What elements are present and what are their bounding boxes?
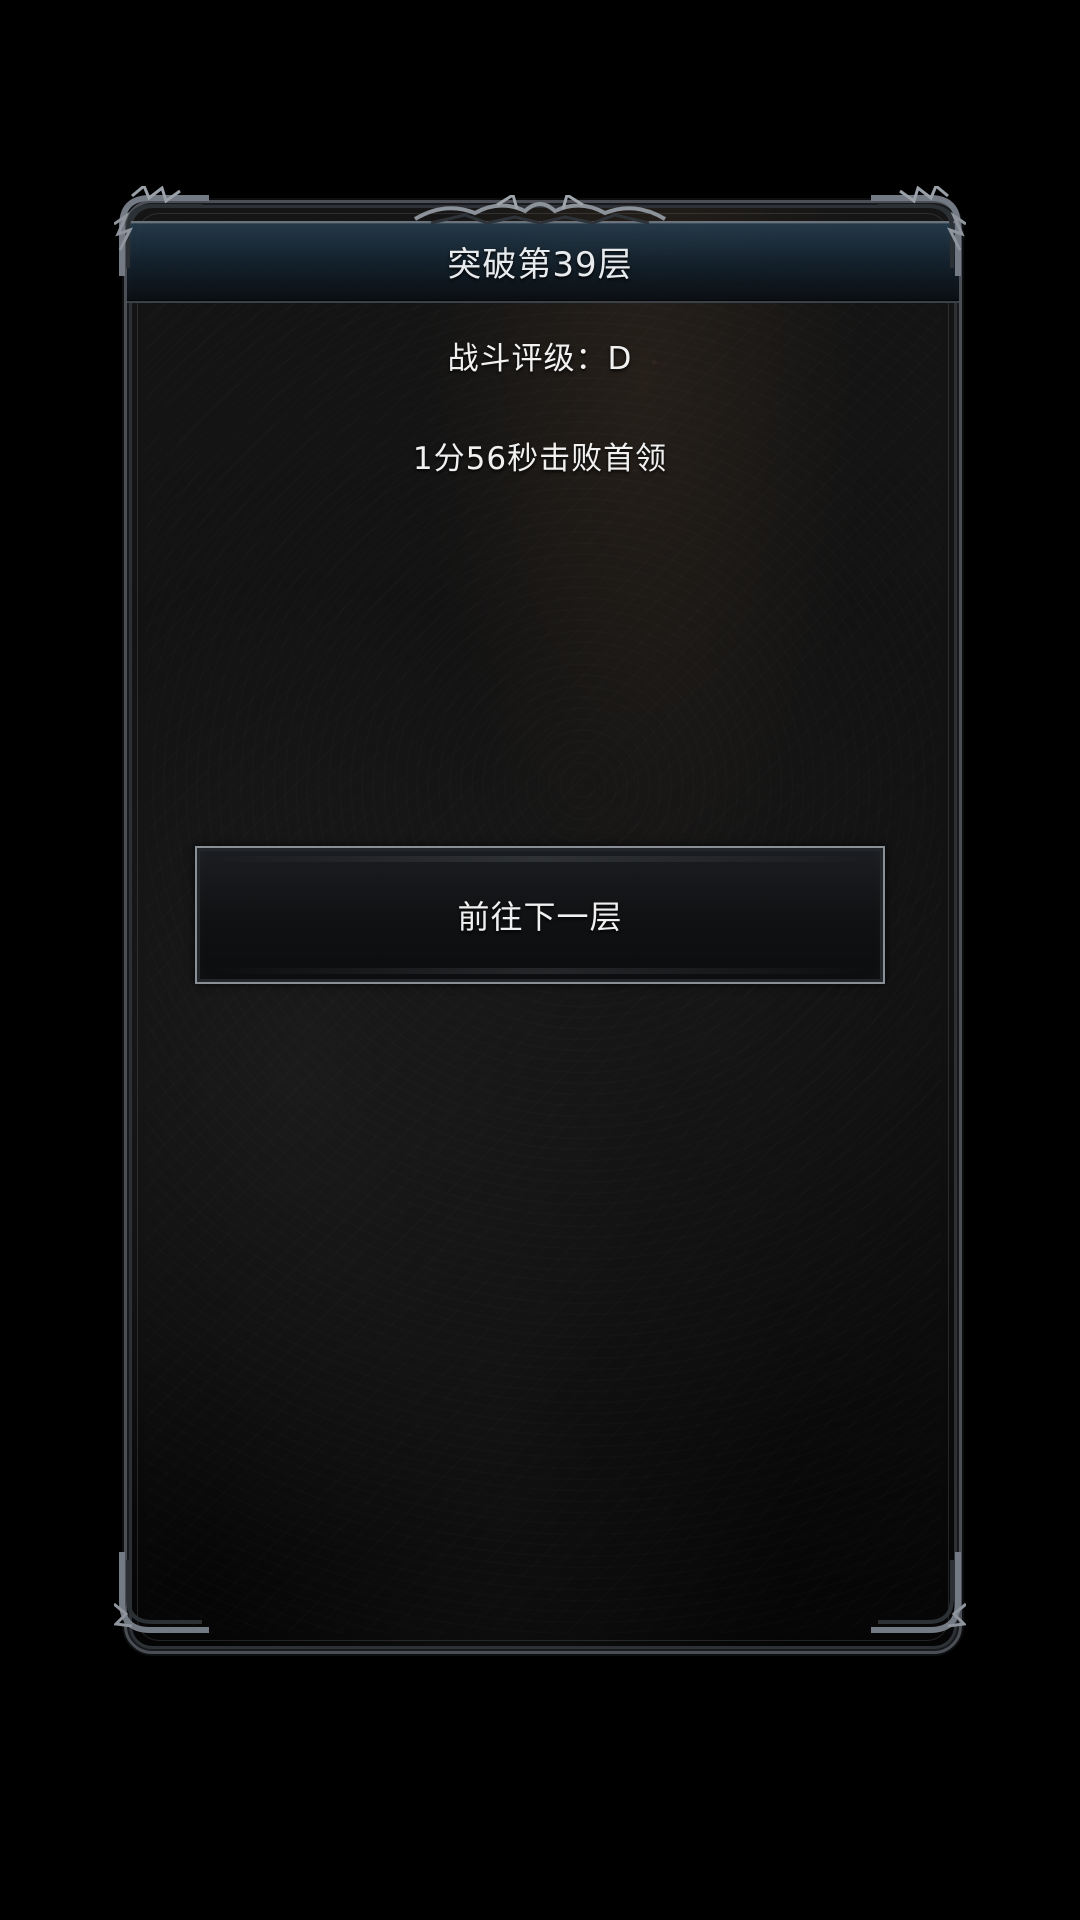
next-floor-button[interactable]: 前往下一层 [195,846,885,984]
next-floor-button-label: 前往下一层 [457,898,623,936]
battle-rating: 战斗评级：D [447,341,633,377]
dialog-title: 突破第39层 [447,245,633,285]
game-screen: 突破第39层 战斗评级：D 1分56秒击败首领 前往下一层 [0,0,1080,1920]
boss-clear-time: 1分56秒击败首领 [412,441,668,477]
